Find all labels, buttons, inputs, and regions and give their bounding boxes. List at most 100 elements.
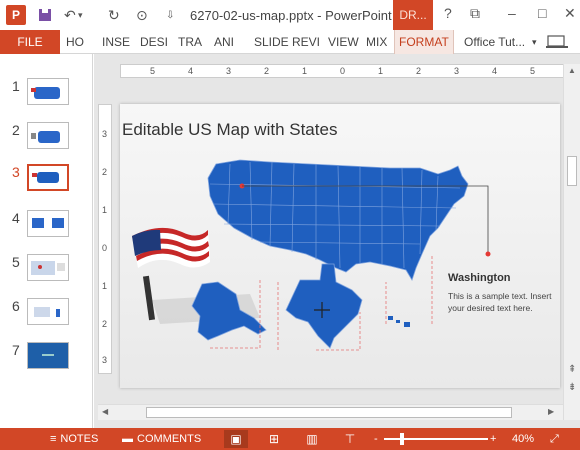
slide-number: 1	[12, 78, 20, 94]
notes-label: NOTES	[60, 433, 99, 445]
scroll-left-icon[interactable]: ◀	[102, 407, 108, 416]
slide-thumbnail-1[interactable]: 1	[0, 78, 93, 114]
slide-number: 6	[12, 298, 20, 314]
next-slide-icon[interactable]: ⇟	[568, 382, 576, 393]
normal-view-icon[interactable]: ▣	[224, 430, 248, 448]
ruler-label: 0	[340, 66, 346, 76]
ruler-label: 4	[188, 66, 194, 76]
save-icon[interactable]	[38, 5, 52, 25]
callout-title[interactable]: Washington	[448, 272, 511, 284]
reading-view-icon[interactable]: ▥	[300, 430, 324, 448]
tab-home[interactable]: HO	[66, 30, 84, 54]
horizontal-scroll-thumb[interactable]	[146, 407, 512, 418]
tab-animations[interactable]: ANI	[214, 30, 234, 54]
tab-format[interactable]: FORMAT	[394, 30, 454, 54]
status-bar: ≡ NOTES ▬ COMMENTS ▣ ⊞ ▥ ⊤ - + 40% ⤢	[0, 428, 580, 450]
ruler-label: 3	[454, 66, 460, 76]
zoom-slider-knob[interactable]	[400, 433, 404, 445]
vertical-ruler[interactable]: 3 2 1 0 1 2 3	[98, 104, 112, 374]
us-map-graphic[interactable]	[120, 104, 560, 388]
tab-view[interactable]: VIEW	[328, 30, 359, 54]
connector-end-marker	[485, 251, 491, 257]
tab-file[interactable]: FILE	[0, 30, 60, 54]
notes-icon: ≡	[50, 433, 57, 445]
slide-number: 5	[12, 254, 20, 270]
slide-thumbnails-pane: 1 2 3 4 5 6 7	[0, 54, 93, 428]
horizontal-ruler[interactable]: 5 4 3 2 1 0 1 2 3 4 5	[120, 64, 566, 78]
ruler-label: 1	[378, 66, 384, 76]
undo-icon[interactable]: ↶	[64, 5, 76, 25]
callout-text[interactable]: This is a sample text. Insert your desir…	[448, 290, 560, 314]
ruler-label: 2	[102, 167, 108, 177]
ruler-label: 4	[492, 66, 498, 76]
comments-icon: ▬	[122, 433, 133, 445]
previous-slide-icon[interactable]: ⇞	[568, 364, 576, 375]
tab-transitions[interactable]: TRA	[178, 30, 202, 54]
tab-review[interactable]: REVI	[292, 30, 320, 54]
tab-design[interactable]: DESI	[140, 30, 168, 54]
account-name[interactable]: Office Tut...	[464, 30, 525, 54]
ribbon-tabs: FILE HO INSE DESI TRA ANI SLIDE REVI VIE…	[0, 30, 580, 54]
powerpoint-logo-icon: P	[6, 5, 26, 25]
tab-mix[interactable]: MIX	[366, 30, 387, 54]
tab-insert[interactable]: INSE	[102, 30, 130, 54]
ruler-label: 2	[102, 319, 108, 329]
slide-preview	[27, 164, 69, 191]
tab-slide-show[interactable]: SLIDE	[254, 30, 289, 54]
scroll-right-icon[interactable]: ▶	[548, 407, 554, 416]
ruler-label: 3	[102, 355, 108, 365]
slide-sorter-view-icon[interactable]: ⊞	[262, 430, 286, 448]
notes-button[interactable]: ≡ NOTES	[50, 428, 98, 450]
ruler-label: 1	[302, 66, 308, 76]
restore-icon[interactable]: □	[538, 5, 546, 21]
help-icon[interactable]: ?	[444, 5, 452, 21]
user-avatar-icon[interactable]	[546, 30, 568, 54]
slide-preview	[27, 122, 69, 149]
close-icon[interactable]: ✕	[564, 5, 576, 22]
account-dropdown-icon[interactable]: ▾	[532, 30, 537, 54]
ruler-label: 2	[416, 66, 422, 76]
window-title: 6270-02-us-map.pptx - PowerPoint	[190, 8, 392, 23]
slide-thumbnail-5[interactable]: 5	[0, 254, 93, 290]
hawaii-shape[interactable]	[388, 316, 410, 327]
slide-canvas[interactable]: Editable US Map with States Washington T…	[120, 104, 560, 388]
start-from-beginning-icon[interactable]: ⊙	[136, 5, 148, 25]
texas-shape[interactable]	[285, 263, 363, 349]
slide-thumbnail-4[interactable]: 4	[0, 210, 93, 246]
slide-show-view-icon[interactable]: ⊤	[338, 430, 362, 448]
contextual-tab-drawing[interactable]: DR...	[393, 0, 433, 30]
us-flag-icon	[132, 227, 210, 268]
ruler-label: 3	[102, 129, 108, 139]
slide-thumbnail-3[interactable]: 3	[0, 164, 93, 200]
comments-label: COMMENTS	[137, 433, 202, 445]
title-bar: P ↶ ▾ ↻ ⊙ ⇩ 6270-02-us-map.pptx - PowerP…	[0, 0, 580, 30]
slide-preview	[27, 342, 69, 369]
slide-number: 3	[12, 164, 20, 180]
flag-pole	[142, 275, 156, 321]
vertical-scroll-thumb[interactable]	[567, 156, 577, 186]
ruler-label: 1	[102, 281, 108, 291]
ribbon-display-options-icon[interactable]: ⧉	[470, 5, 480, 22]
slide-number: 2	[12, 122, 20, 138]
slide-thumbnail-6[interactable]: 6	[0, 298, 93, 334]
minimize-icon[interactable]: –	[508, 5, 516, 21]
fit-to-window-icon[interactable]: ⤢	[550, 428, 559, 450]
slide-thumbnail-7[interactable]: 7	[0, 342, 93, 378]
zoom-in-button[interactable]: +	[490, 428, 496, 450]
slide-preview	[27, 298, 69, 325]
redo-icon[interactable]: ↻	[108, 5, 120, 25]
customize-toolbar-icon[interactable]: ⇩	[166, 5, 174, 25]
ruler-label: 2	[264, 66, 270, 76]
zoom-level[interactable]: 40%	[512, 428, 534, 450]
zoom-out-button[interactable]: -	[374, 428, 378, 450]
ruler-label: 5	[150, 66, 156, 76]
slide-number: 4	[12, 210, 20, 226]
ruler-label: 1	[102, 205, 108, 215]
vertical-scrollbar[interactable]: ▲ ⇞ ⇟	[563, 64, 580, 420]
scroll-up-icon[interactable]: ▲	[568, 66, 576, 75]
slide-thumbnail-2[interactable]: 2	[0, 122, 93, 158]
horizontal-scrollbar[interactable]: ◀ ▶	[98, 404, 563, 420]
comments-button[interactable]: ▬ COMMENTS	[122, 428, 201, 450]
undo-dropdown-icon[interactable]: ▾	[78, 5, 83, 25]
ruler-label: 3	[226, 66, 232, 76]
